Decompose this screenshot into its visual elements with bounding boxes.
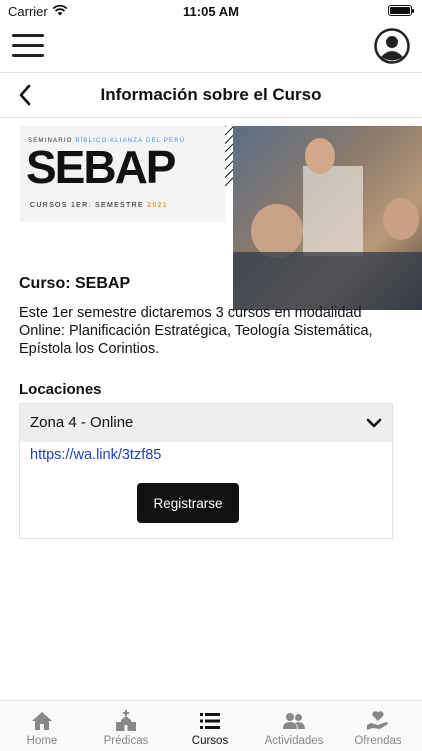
tab-actividades-label: Actividades <box>264 735 324 747</box>
location-link[interactable]: https://wa.link/3tzf85 <box>30 447 161 463</box>
battery-icon <box>388 5 414 16</box>
banner-photo <box>233 126 422 310</box>
location-select[interactable]: Zona 4 - Online <box>20 404 392 442</box>
cursos-text: CURSOS 1ER. SEMESTRE 2021 <box>30 202 168 209</box>
tab-bar: Home Prédicas Cursos Actividades Ofrenda… <box>0 700 422 751</box>
church-icon <box>116 710 136 731</box>
course-description: Este 1er semestre dictaremos 3 cursos en… <box>19 305 373 357</box>
tab-cursos[interactable]: Cursos <box>168 701 252 751</box>
sebap-logo: SEBAP <box>26 141 176 193</box>
course-title: Curso: SEBAP <box>19 275 131 292</box>
tab-ofrendas[interactable]: Ofrendas <box>336 701 420 751</box>
tab-cursos-label: Cursos <box>191 735 229 747</box>
chevron-down-icon[interactable] <box>366 416 382 430</box>
tab-home[interactable]: Home <box>0 701 84 751</box>
location-card: Zona 4 - Online https://wa.link/3tzf85 R… <box>19 403 393 539</box>
app-header <box>0 22 422 73</box>
cursos-text-label: CURSOS 1ER. SEMESTRE <box>30 202 144 209</box>
people-icon <box>283 713 305 729</box>
register-button[interactable]: Registrarse <box>137 483 239 523</box>
page-title: Información sobre el Curso <box>100 85 322 104</box>
status-bar: Carrier 11:05 AM <box>0 0 422 22</box>
sub-header: Información sobre el Curso <box>0 73 422 118</box>
tab-predicas[interactable]: Prédicas <box>84 701 168 751</box>
tab-actividades[interactable]: Actividades <box>252 701 336 751</box>
tab-predicas-label: Prédicas <box>103 735 149 747</box>
home-icon <box>32 712 52 730</box>
tab-home-label: Home <box>26 735 58 747</box>
list-icon <box>200 713 220 729</box>
hand-heart-icon <box>367 711 388 730</box>
locations-label: Locaciones <box>19 381 102 398</box>
profile-icon[interactable] <box>374 28 410 64</box>
banner-logo-panel: SEMINARIO BÍBLICO ALIANZA DEL PERÚ SEBAP… <box>20 126 225 222</box>
status-time: 11:05 AM <box>183 4 239 19</box>
cursos-year: 2021 <box>147 202 168 209</box>
location-value: Zona 4 - Online <box>30 414 134 431</box>
tab-ofrendas-label: Ofrendas <box>354 735 402 747</box>
menu-icon[interactable] <box>12 34 44 60</box>
